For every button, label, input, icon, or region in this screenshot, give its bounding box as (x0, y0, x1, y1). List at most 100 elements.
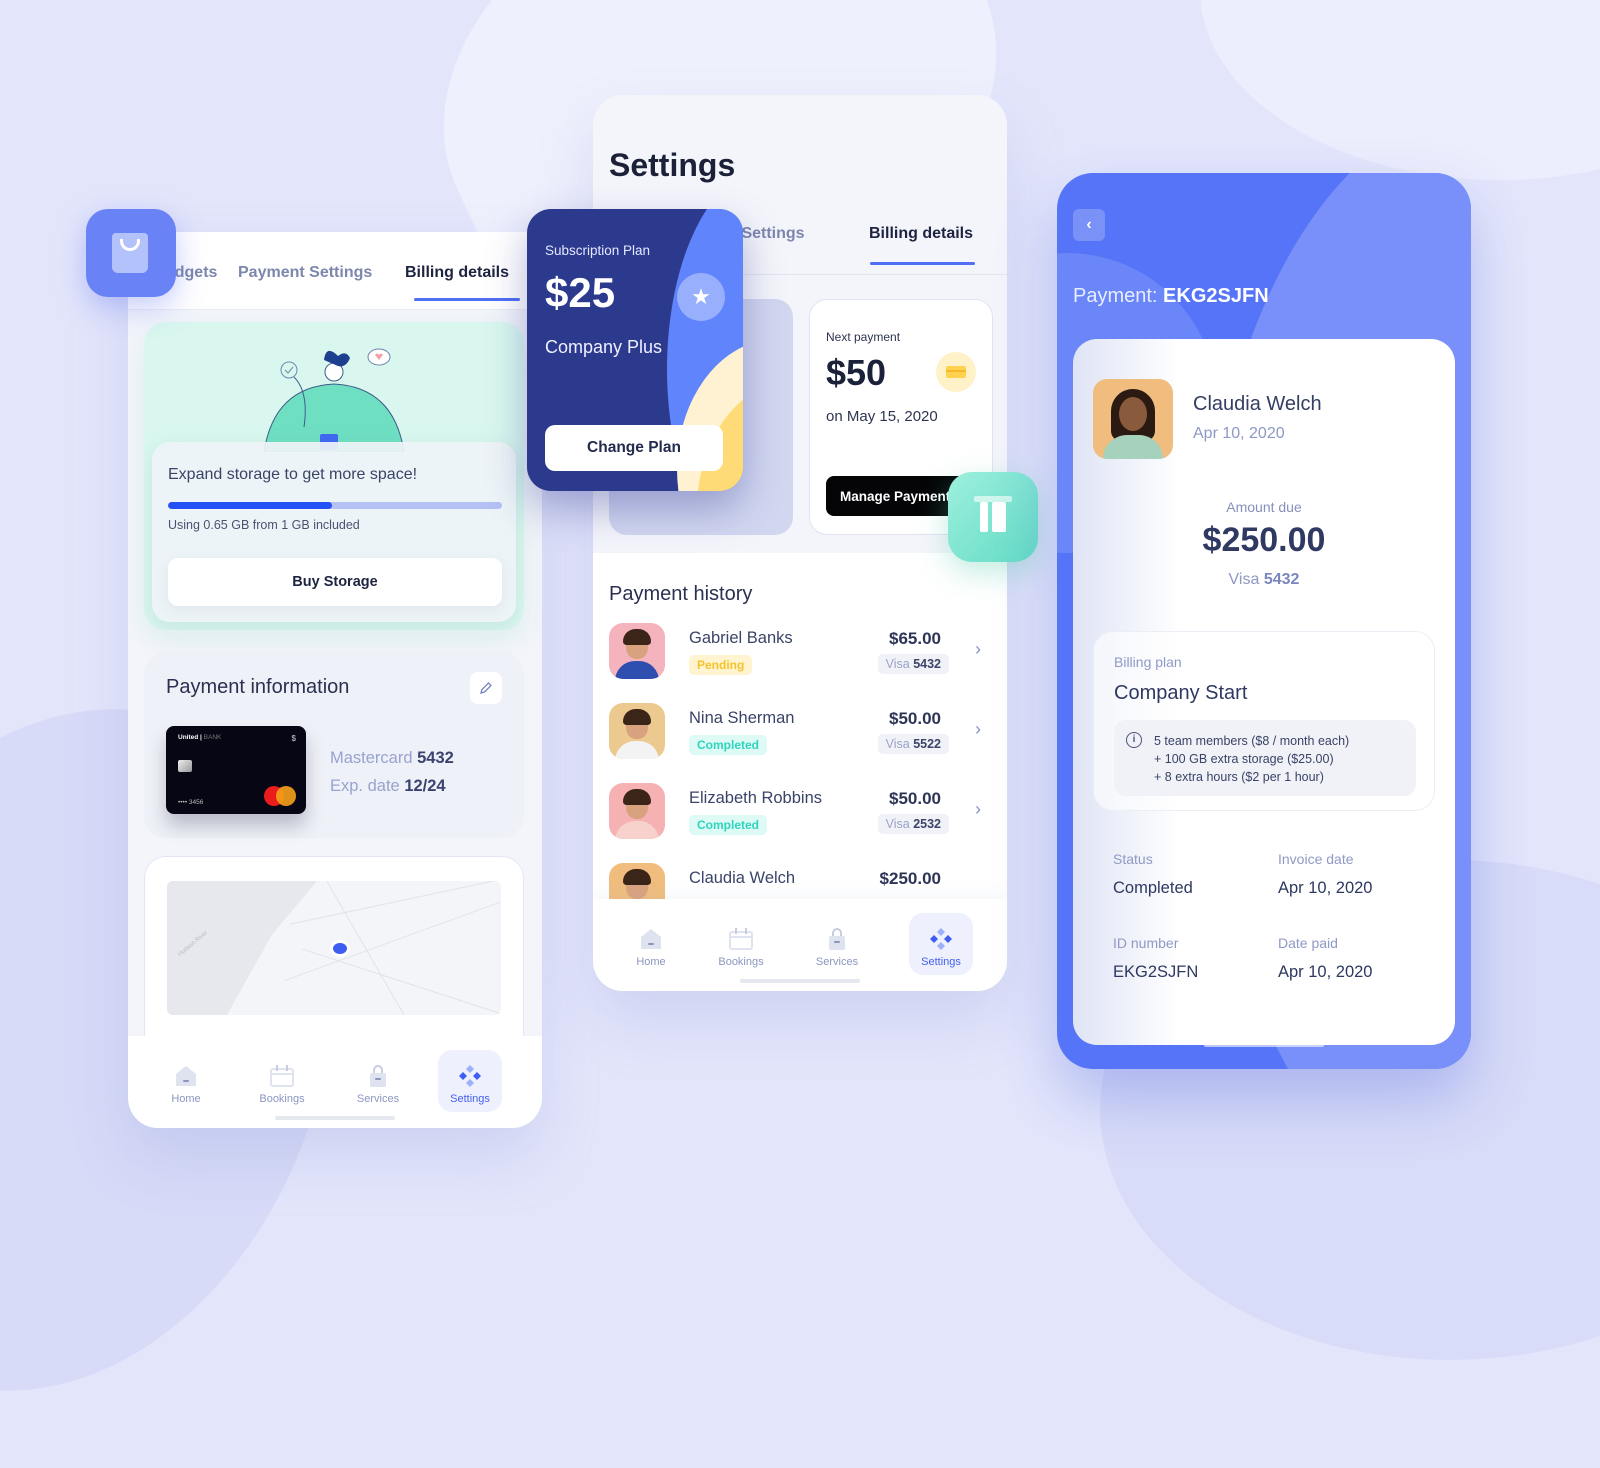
back-button[interactable]: ‹ (1073, 209, 1105, 241)
phone-payment-detail: ‹ Payment: EKG2SJFN Claudia Welch Apr 10… (1057, 173, 1471, 1069)
storage-promo-card: Expand storage to get more space! Using … (144, 322, 524, 630)
invoice-date-label: Invoice date (1278, 851, 1354, 867)
change-plan-button[interactable]: Change Plan (545, 425, 723, 471)
payment-history-row[interactable]: Nina Sherman $50.00 Completed Visa 5522 › (593, 703, 1007, 763)
avatar (1093, 379, 1173, 459)
billing-plan-label: Billing plan (1114, 654, 1182, 670)
nav-settings[interactable]: Settings (438, 1050, 502, 1112)
info-icon: i (1126, 732, 1142, 748)
credit-card-image: United | BANK $ •••• 3456 (166, 726, 306, 814)
billing-plan-lines: 5 team members ($8 / month each) + 100 G… (1154, 734, 1350, 784)
payment-title: Payment: EKG2SJFN (1073, 285, 1269, 307)
page-title: Settings (609, 147, 736, 183)
status-badge: Completed (689, 815, 768, 835)
settings-diamond-icon (930, 928, 952, 950)
section-title: Payment history (609, 583, 753, 605)
calendar-icon (729, 928, 753, 950)
next-payment-label: Next payment (826, 330, 901, 344)
map-view[interactable]: Hudson River (167, 881, 501, 1015)
bag-icon (829, 928, 845, 950)
payment-amount: $250.00 (879, 869, 941, 888)
trash-icon (974, 496, 1012, 532)
card-badge: Visa 2532 (877, 814, 949, 834)
payment-card: Visa 5432 (1228, 571, 1300, 588)
payer-name: Claudia Welch (689, 869, 796, 887)
nav-home[interactable]: Home (619, 913, 683, 975)
avatar (609, 703, 665, 759)
payment-amount: $50.00 (889, 789, 941, 808)
tab-payment-settings[interactable]: Payment Settings (238, 264, 372, 282)
status-value: Completed (1113, 879, 1193, 897)
mastercard-logo-icon (264, 786, 296, 806)
payment-history-row[interactable]: Gabriel Banks $65.00 Pending Visa 5432 › (593, 623, 1007, 683)
illustration-person (263, 348, 405, 452)
tab-billing-details[interactable]: Billing details (405, 264, 509, 282)
card-badge: Visa 5432 (877, 654, 949, 674)
tab-billing-details[interactable]: Billing details (869, 225, 973, 243)
payment-amount: $65.00 (889, 629, 941, 648)
card-currency: $ (291, 734, 296, 743)
nav-label: Settings (921, 956, 961, 968)
subscription-plan-card: Subscription Plan $25 ★ Company Plus Cha… (527, 209, 743, 491)
invoice-date-value: Apr 10, 2020 (1278, 879, 1373, 897)
nav-label: Home (171, 1093, 201, 1105)
card-bank-name: United | BANK (178, 734, 222, 741)
bottom-nav: Home Bookings Services Settings (593, 899, 1007, 991)
payment-information-card: Payment information United | BANK $ ••••… (144, 652, 524, 838)
amount-due-value: $250.00 (1202, 521, 1326, 559)
payment-detail-card: Claudia Welch Apr 10, 2020 Amount due $2… (1073, 339, 1455, 1045)
nav-bookings[interactable]: Bookings (250, 1050, 314, 1112)
card-chip-icon (178, 760, 192, 772)
customer-name: Claudia Welch (1193, 393, 1322, 415)
next-payment-date: on May 15, 2020 (826, 408, 938, 425)
star-icon: ★ (677, 273, 725, 321)
chevron-right-icon[interactable]: › (975, 639, 981, 660)
chevron-right-icon[interactable]: › (975, 719, 981, 740)
amount-due-label: Amount due (1226, 499, 1302, 515)
payment-history-row[interactable]: Elizabeth Robbins $50.00 Completed Visa 253… (593, 783, 1007, 843)
storage-progress-fill (168, 502, 332, 509)
nav-label: Bookings (718, 956, 764, 968)
card-badge: Visa 5522 (877, 734, 949, 754)
pencil-icon (480, 682, 492, 694)
customer-date: Apr 10, 2020 (1193, 425, 1285, 442)
nav-services[interactable]: Services (346, 1050, 410, 1112)
edit-payment-button[interactable] (470, 672, 502, 704)
phone-billing-details: e Widgets Payment Settings Billing detai… (128, 232, 542, 1128)
subscription-label: Subscription Plan (545, 243, 651, 258)
chevron-right-icon[interactable]: › (975, 799, 981, 820)
status-label: Status (1113, 851, 1153, 867)
buy-storage-button[interactable]: Buy Storage (168, 558, 502, 606)
subscription-plan-name: Company Plus (545, 337, 663, 357)
active-tab-indicator (870, 262, 975, 265)
nav-settings[interactable]: Settings (909, 913, 973, 975)
bottom-nav: Home Bookings Services Settings (128, 1036, 542, 1128)
nav-label: Home (636, 956, 666, 968)
calendar-icon (270, 1065, 294, 1087)
location-pin-icon[interactable] (333, 943, 347, 954)
storage-usage-text: Using 0.65 GB from 1 GB included (168, 518, 360, 532)
home-indicator (1204, 1043, 1324, 1047)
nav-services[interactable]: Services (805, 913, 869, 975)
background-shape (1200, 0, 1600, 180)
active-tab-indicator (414, 298, 520, 301)
nav-label: Settings (450, 1093, 490, 1105)
section-title: Payment information (166, 676, 350, 698)
nav-home[interactable]: Home (154, 1050, 218, 1112)
payer-name: Elizabeth Robbins (689, 789, 822, 807)
payer-name: Gabriel Banks (689, 629, 793, 647)
date-paid-label: Date paid (1278, 935, 1338, 951)
status-badge: Pending (689, 655, 753, 675)
status-badge: Completed (689, 735, 768, 755)
subscription-price: $25 (545, 269, 616, 316)
date-paid-value: Apr 10, 2020 (1278, 963, 1373, 981)
nav-label: Bookings (259, 1093, 305, 1105)
bag-icon (370, 1065, 386, 1087)
tab-bar: e Widgets Payment Settings Billing detai… (128, 232, 542, 310)
trash-app-icon (948, 472, 1038, 562)
nav-bookings[interactable]: Bookings (709, 913, 773, 975)
payer-name: Nina Sherman (689, 709, 795, 727)
nav-label: Services (356, 1093, 400, 1105)
shopping-bag-app-icon (86, 209, 176, 297)
billing-plan-box: Billing plan Company Start i 5 team memb… (1093, 631, 1435, 811)
